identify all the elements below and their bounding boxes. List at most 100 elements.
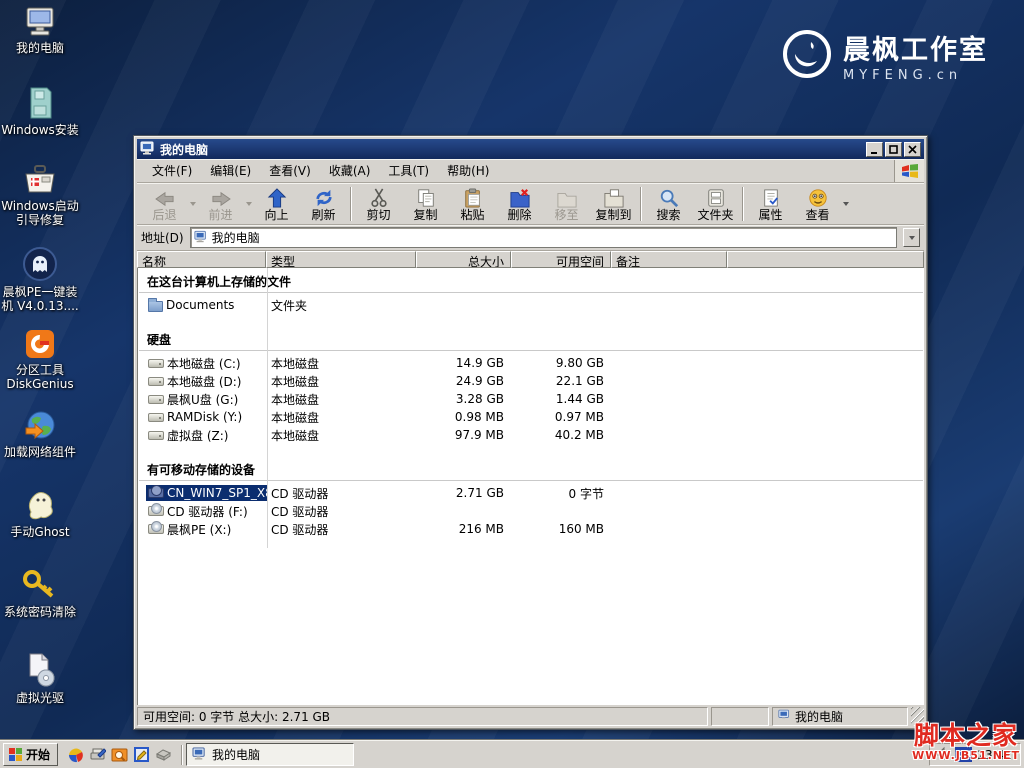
list-item-cd-selected[interactable]: CN_WIN7_SP1_X86... CD 驱动器 2.71 GB 0 字节 bbox=[138, 484, 924, 502]
menu-tools[interactable]: 工具(T) bbox=[379, 159, 438, 182]
start-button[interactable]: 开始 bbox=[3, 743, 58, 766]
list-item-drive-y[interactable]: RAMDisk (Y:) 本地磁盘 0.98 MB 0.97 MB bbox=[138, 408, 924, 426]
desktop-icon-network-components[interactable]: 加载网络组件 bbox=[0, 408, 80, 459]
column-header-note[interactable]: 备注 bbox=[611, 251, 727, 268]
status-bar: 可用空间: 0 字节 总大小: 2.71 GB 我的电脑 bbox=[137, 705, 924, 726]
back-icon bbox=[154, 188, 176, 208]
address-dropdown-button[interactable] bbox=[903, 228, 920, 247]
desktop-icon-virtual-drive[interactable]: 虚拟光驱 bbox=[0, 652, 80, 705]
status-info: 可用空间: 0 字节 总大小: 2.71 GB bbox=[137, 707, 708, 726]
folders-button[interactable]: 文件夹 bbox=[692, 185, 739, 223]
quick-launch-icon-2[interactable] bbox=[89, 746, 106, 763]
cut-button[interactable]: 剪切 bbox=[355, 185, 402, 223]
desktop-icon-windows-install[interactable]: Windows安装 bbox=[0, 86, 80, 137]
folder-icon bbox=[148, 301, 163, 312]
menu-bar: 文件(F) 编辑(E) 查看(V) 收藏(A) 工具(T) 帮助(H) bbox=[137, 159, 924, 183]
forward-dropdown[interactable] bbox=[244, 185, 253, 223]
list-item-drive-d[interactable]: 本地磁盘 (D:) 本地磁盘 24.9 GB 22.1 GB bbox=[138, 372, 924, 390]
maximize-button[interactable] bbox=[885, 142, 902, 157]
myfeng-brand-logo: 晨枫工作室 MYFENG.cn bbox=[781, 28, 988, 83]
views-button[interactable]: 查看 bbox=[794, 185, 841, 223]
column-header-name[interactable]: 名称 bbox=[137, 251, 266, 268]
column-header-size[interactable]: 总大小 bbox=[416, 251, 511, 268]
desktop-icon-boot-repair[interactable]: Windows启动引导修复 bbox=[0, 164, 80, 227]
list-item-drive-c[interactable]: 本地磁盘 (C:) 本地磁盘 14.9 GB 9.80 GB bbox=[138, 354, 924, 372]
copy-to-button[interactable]: 复制到 bbox=[590, 185, 637, 223]
list-item-drive-g[interactable]: 晨枫U盘 (G:) 本地磁盘 3.28 GB 1.44 GB bbox=[138, 390, 924, 408]
desktop-icon-label: 系统密码清除 bbox=[0, 605, 80, 619]
search-icon bbox=[659, 188, 679, 208]
tray-volume-icon[interactable] bbox=[936, 747, 950, 763]
menu-favorites[interactable]: 收藏(A) bbox=[320, 159, 380, 182]
drive-icon bbox=[148, 413, 164, 422]
refresh-button[interactable]: 刷新 bbox=[300, 185, 347, 223]
drive-icon bbox=[148, 395, 164, 404]
desktop-icon-label: Windows安装 bbox=[0, 123, 80, 137]
desktop-icon-cf-pe-installer[interactable]: 晨枫PE一键装机 V4.0.13.... bbox=[0, 246, 80, 313]
quick-launch-icon-3[interactable] bbox=[111, 746, 128, 763]
menu-help[interactable]: 帮助(H) bbox=[438, 159, 498, 182]
key-icon bbox=[0, 568, 80, 602]
window-titlebar[interactable]: 我的电脑 bbox=[137, 139, 924, 159]
group-header-harddisks: 硬盘 bbox=[139, 328, 923, 351]
desktop-icon-label: Windows启动引导修复 bbox=[0, 199, 80, 227]
search-button[interactable]: 搜索 bbox=[645, 185, 692, 223]
column-header-type[interactable]: 类型 bbox=[266, 251, 416, 268]
menu-view[interactable]: 查看(V) bbox=[260, 159, 320, 182]
properties-button[interactable]: 属性 bbox=[747, 185, 794, 223]
status-location: 我的电脑 bbox=[772, 707, 908, 726]
desktop-icon-password-clear[interactable]: 系统密码清除 bbox=[0, 568, 80, 619]
task-computer-icon bbox=[192, 747, 207, 763]
address-value: 我的电脑 bbox=[212, 229, 896, 246]
back-dropdown[interactable] bbox=[188, 185, 197, 223]
my-computer-window: 我的电脑 文件(F) 编辑(E) 查看(V) 收藏(A) 工具(T) 帮助(H)… bbox=[133, 135, 928, 730]
task-button-my-computer[interactable]: 我的电脑 bbox=[186, 743, 354, 766]
properties-icon bbox=[762, 188, 780, 208]
window-computer-icon bbox=[140, 141, 156, 158]
desktop-icon-my-computer[interactable]: 我的电脑 bbox=[0, 6, 80, 55]
virtual-cd-icon bbox=[0, 652, 80, 688]
column-header-free[interactable]: 可用空间 bbox=[511, 251, 611, 268]
list-item-drive-z[interactable]: 虚拟盘 (Z:) 本地磁盘 97.9 MB 40.2 MB bbox=[138, 426, 924, 444]
brand-subtitle: MYFENG.cn bbox=[843, 68, 988, 83]
drive-icon bbox=[148, 431, 164, 440]
taskbar-separator bbox=[181, 745, 183, 765]
resize-grip[interactable] bbox=[911, 707, 924, 726]
globe-arrow-icon bbox=[0, 408, 80, 442]
quick-launch-icon-4[interactable] bbox=[133, 746, 150, 763]
list-item-cd-x[interactable]: 晨枫PE (X:) CD 驱动器 216 MB 160 MB bbox=[138, 520, 924, 538]
menu-edit[interactable]: 编辑(E) bbox=[201, 159, 260, 182]
address-input[interactable]: 我的电脑 bbox=[190, 227, 897, 248]
toolbar-separator bbox=[640, 187, 642, 221]
list-item-cd-f[interactable]: CD 驱动器 (F:) CD 驱动器 bbox=[138, 502, 924, 520]
menu-file[interactable]: 文件(F) bbox=[143, 159, 201, 182]
quick-launch-icon-5[interactable] bbox=[155, 746, 172, 763]
delete-button[interactable]: 删除 bbox=[496, 185, 543, 223]
desktop-icon-manual-ghost[interactable]: 手动Ghost bbox=[0, 488, 80, 539]
cd-drive-icon bbox=[148, 488, 164, 498]
drive-icon bbox=[148, 377, 164, 386]
delete-icon bbox=[509, 188, 531, 208]
desktop-icon-diskgenius[interactable]: 分区工具 DiskGenius bbox=[0, 328, 80, 391]
ghost-circle-icon bbox=[0, 246, 80, 282]
system-tray: CN 23:42 bbox=[929, 743, 1021, 766]
toolbar: 后退 前进 向上 刷新 剪切 复制 粘贴 删除 bbox=[137, 183, 924, 225]
copy-button[interactable]: 复制 bbox=[402, 185, 449, 223]
paste-button[interactable]: 粘贴 bbox=[449, 185, 496, 223]
back-button[interactable]: 后退 bbox=[141, 185, 188, 223]
forward-button[interactable]: 前进 bbox=[197, 185, 244, 223]
start-logo-icon bbox=[9, 748, 22, 761]
status-location-text: 我的电脑 bbox=[795, 708, 843, 725]
list-item-documents[interactable]: Documents 文件夹 bbox=[138, 296, 924, 314]
language-indicator[interactable]: CN bbox=[955, 747, 972, 762]
toolbar-separator bbox=[350, 187, 352, 221]
quick-launch-icon-1[interactable] bbox=[67, 746, 84, 763]
ghost-icon bbox=[0, 488, 80, 522]
up-button[interactable]: 向上 bbox=[253, 185, 300, 223]
move-to-button[interactable]: 移至 bbox=[543, 185, 590, 223]
minimize-button[interactable] bbox=[866, 142, 883, 157]
views-dropdown[interactable] bbox=[841, 185, 850, 223]
cd-drive-icon bbox=[148, 524, 164, 534]
close-button[interactable] bbox=[904, 142, 921, 157]
group-header-files: 在这台计算机上存储的文件 bbox=[139, 270, 923, 293]
